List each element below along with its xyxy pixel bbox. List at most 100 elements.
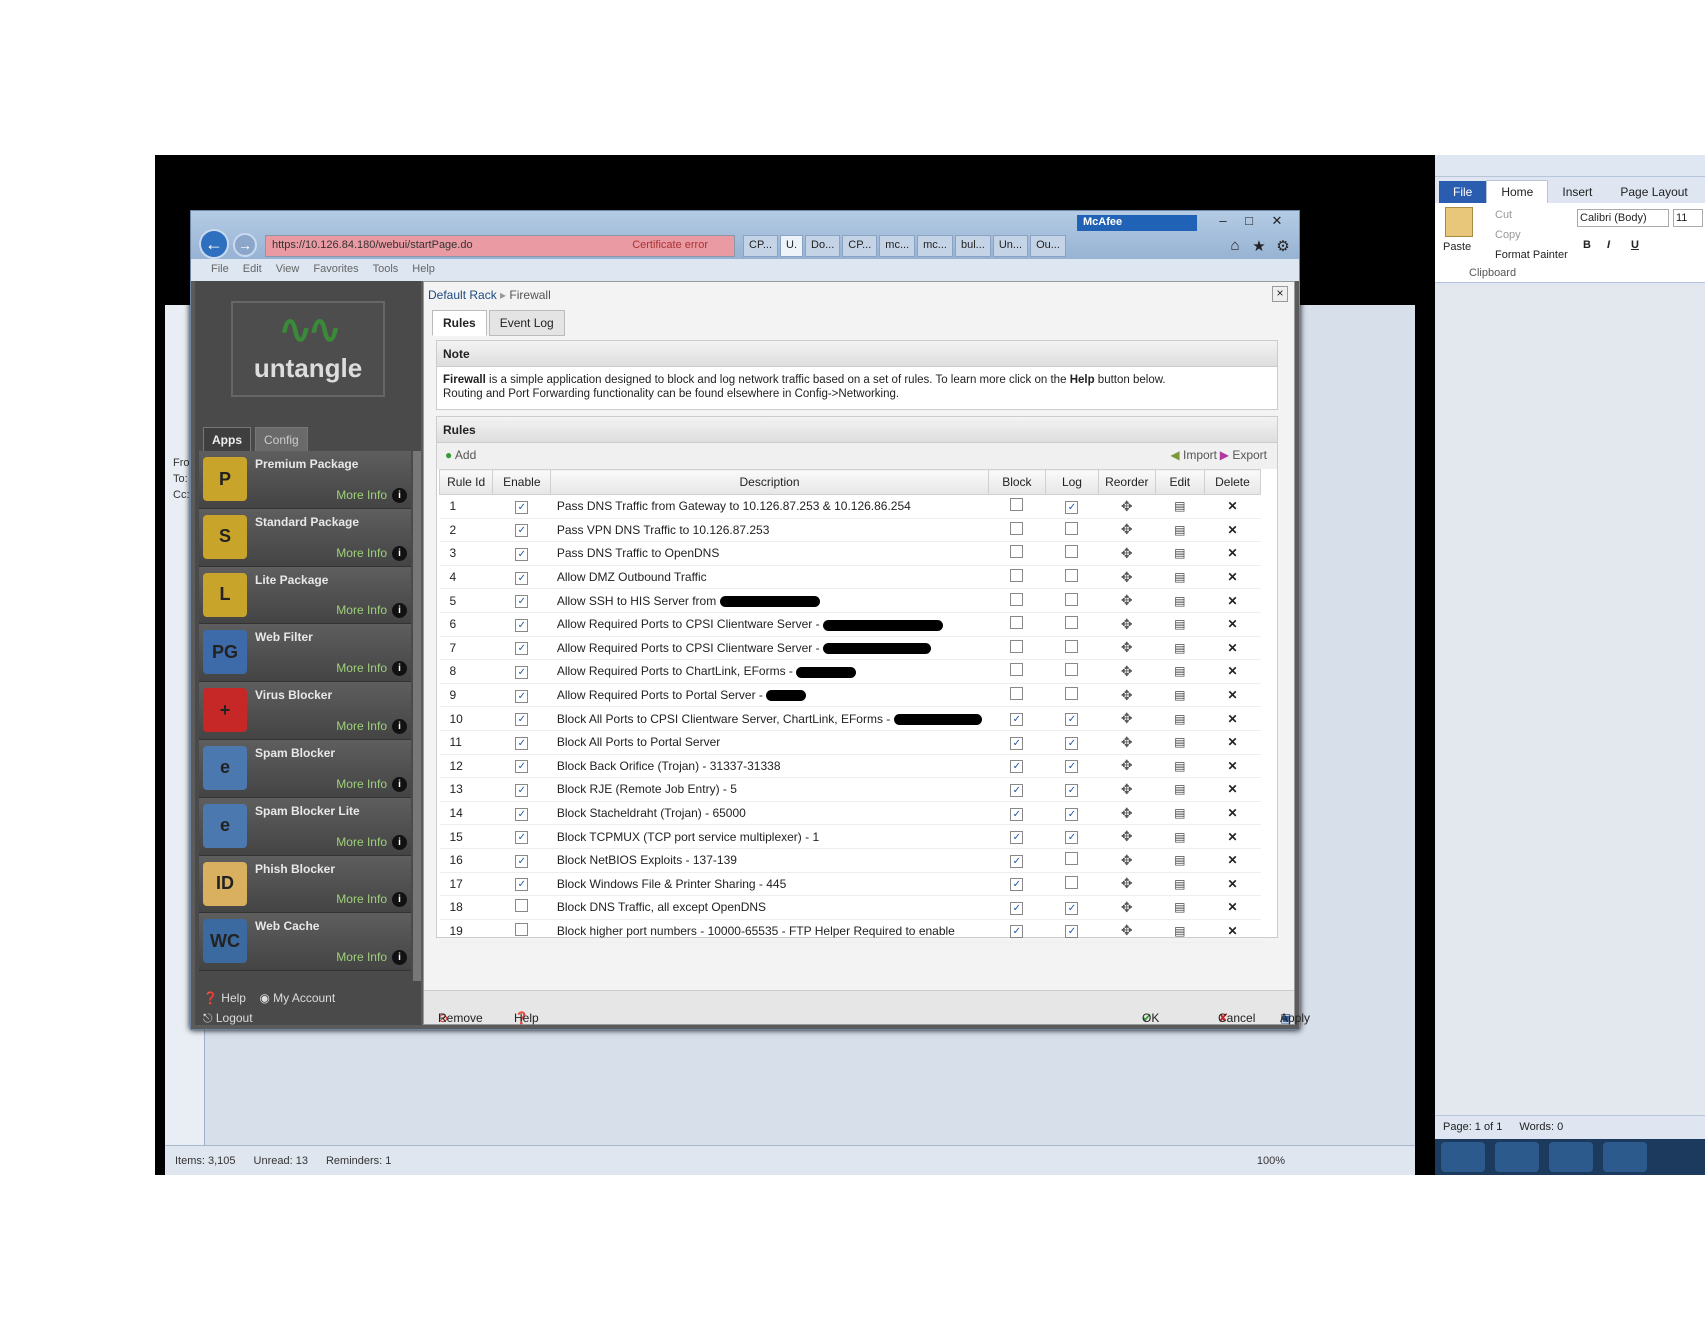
reorder-handle-icon[interactable]: ✥ bbox=[1098, 754, 1156, 779]
menu-view[interactable]: View bbox=[276, 263, 300, 277]
col-rule-id[interactable]: Rule Id bbox=[438, 469, 494, 495]
block-checkbox[interactable] bbox=[1010, 663, 1024, 677]
mcafee-toolbar[interactable]: McAfee bbox=[1077, 215, 1197, 231]
enable-checkbox[interactable] bbox=[515, 922, 529, 936]
table-row[interactable]: 2 ✓ Pass VPN DNS Traffic to 10.126.87.253 ✥… bbox=[439, 518, 1261, 543]
logout-link[interactable]: Logout bbox=[216, 1011, 253, 1025]
block-checkbox[interactable] bbox=[1010, 569, 1024, 583]
table-row[interactable]: 12 ✓ Block Back Orifice (Trojan) - 31337-3… bbox=[439, 754, 1261, 779]
log-checkbox[interactable]: ✓ bbox=[1065, 500, 1079, 514]
log-checkbox[interactable] bbox=[1065, 663, 1079, 677]
browser-tab-active[interactable]: U. bbox=[780, 235, 804, 257]
table-row[interactable]: 16 ✓ Block NetBIOS Exploits - 137-139 ✓ ✥ ▤ ✕ bbox=[439, 848, 1261, 873]
edit-icon[interactable]: ▤ bbox=[1155, 612, 1205, 637]
paste-button[interactable]: Paste bbox=[1443, 241, 1471, 253]
table-row[interactable]: 8 ✓ Allow Required Ports to ChartLink, EFo… bbox=[439, 659, 1261, 684]
add-button[interactable]: ● Add bbox=[445, 448, 476, 462]
browser-tab[interactable]: mc... bbox=[879, 235, 916, 257]
reorder-handle-icon[interactable]: ✥ bbox=[1098, 541, 1156, 566]
edit-icon[interactable]: ▤ bbox=[1155, 494, 1205, 519]
log-checkbox[interactable]: ✓ bbox=[1065, 807, 1079, 821]
info-icon[interactable]: i bbox=[392, 834, 407, 850]
delete-icon[interactable]: ✕ bbox=[1204, 636, 1261, 661]
certificate-error[interactable]: Certificate error bbox=[632, 239, 708, 251]
favorites-star-icon[interactable]: ★ bbox=[1247, 237, 1271, 255]
block-checkbox[interactable] bbox=[1010, 639, 1024, 653]
edit-icon[interactable]: ▤ bbox=[1155, 872, 1205, 897]
edit-icon[interactable]: ▤ bbox=[1155, 541, 1205, 566]
explorer-taskbar-icon[interactable] bbox=[1549, 1142, 1593, 1172]
breadcrumb-root[interactable]: Default Rack bbox=[428, 288, 497, 302]
block-checkbox[interactable] bbox=[1010, 545, 1024, 559]
delete-icon[interactable]: ✕ bbox=[1204, 754, 1261, 779]
media-taskbar-icon[interactable] bbox=[1603, 1142, 1647, 1172]
enable-checkbox[interactable]: ✓ bbox=[515, 831, 529, 845]
tab-apps[interactable]: Apps bbox=[203, 427, 251, 453]
table-row[interactable]: 7 ✓ Allow Required Ports to CPSI Clientwar… bbox=[439, 636, 1261, 661]
document-area[interactable] bbox=[1435, 285, 1705, 1115]
reorder-handle-icon[interactable]: ✥ bbox=[1098, 730, 1156, 755]
minimize-icon[interactable]: – bbox=[1211, 213, 1235, 228]
info-icon[interactable]: i bbox=[392, 487, 407, 503]
more-info-link[interactable]: More Info bbox=[336, 892, 387, 906]
delete-icon[interactable]: ✕ bbox=[1204, 565, 1261, 590]
delete-icon[interactable]: ✕ bbox=[1204, 872, 1261, 897]
ie-taskbar-icon[interactable] bbox=[1495, 1142, 1539, 1172]
edit-icon[interactable]: ▤ bbox=[1155, 824, 1205, 849]
enable-checkbox[interactable]: ✓ bbox=[515, 807, 529, 821]
log-checkbox[interactable]: ✓ bbox=[1065, 901, 1079, 915]
app-item[interactable]: e Spam Blocker Lite More Info i bbox=[199, 797, 411, 856]
enable-checkbox[interactable]: ✓ bbox=[515, 642, 529, 656]
delete-icon[interactable]: ✕ bbox=[1204, 848, 1261, 873]
reorder-handle-icon[interactable]: ✥ bbox=[1098, 919, 1156, 944]
reorder-handle-icon[interactable]: ✥ bbox=[1098, 588, 1156, 613]
log-checkbox[interactable]: ✓ bbox=[1065, 783, 1079, 797]
enable-checkbox[interactable]: ✓ bbox=[515, 500, 529, 514]
more-info-link[interactable]: More Info bbox=[336, 835, 387, 849]
words-status[interactable]: Words: 0 bbox=[1519, 1121, 1563, 1133]
menu-tools[interactable]: Tools bbox=[373, 263, 399, 277]
delete-icon[interactable]: ✕ bbox=[1204, 777, 1261, 802]
block-checkbox[interactable]: ✓ bbox=[1010, 901, 1024, 915]
enable-checkbox[interactable]: ✓ bbox=[515, 595, 529, 609]
block-checkbox[interactable]: ✓ bbox=[1010, 854, 1024, 868]
reorder-handle-icon[interactable]: ✥ bbox=[1098, 801, 1156, 826]
menu-favorites[interactable]: Favorites bbox=[313, 263, 358, 277]
reminders-count[interactable]: Reminders: 1 bbox=[326, 1155, 391, 1167]
browser-tab[interactable]: Ou... bbox=[1030, 235, 1066, 257]
block-checkbox[interactable]: ✓ bbox=[1010, 878, 1024, 892]
info-icon[interactable]: i bbox=[392, 661, 407, 677]
delete-icon[interactable]: ✕ bbox=[1204, 494, 1261, 519]
browser-tab[interactable]: mc... bbox=[917, 235, 953, 257]
enable-checkbox[interactable]: ✓ bbox=[515, 713, 529, 727]
copy-button[interactable]: Copy bbox=[1495, 229, 1521, 241]
col-enable[interactable]: Enable bbox=[492, 469, 552, 495]
info-icon[interactable]: i bbox=[392, 892, 407, 908]
log-checkbox[interactable]: ✓ bbox=[1065, 713, 1079, 727]
log-checkbox[interactable] bbox=[1065, 592, 1079, 606]
font-size-select[interactable]: 11 bbox=[1673, 209, 1703, 227]
reorder-handle-icon[interactable]: ✥ bbox=[1098, 612, 1156, 637]
log-checkbox[interactable] bbox=[1065, 639, 1079, 653]
table-row[interactable]: 6 ✓ Allow Required Ports to CPSI Clientwar… bbox=[439, 612, 1261, 637]
block-checkbox[interactable] bbox=[1010, 521, 1024, 535]
app-item[interactable]: + Virus Blocker More Info i bbox=[199, 682, 411, 740]
close-window-icon[interactable]: ✕ bbox=[1265, 213, 1289, 229]
edit-icon[interactable]: ▤ bbox=[1155, 636, 1205, 661]
format-painter-button[interactable]: Format Painter bbox=[1495, 249, 1568, 261]
log-checkbox[interactable]: ✓ bbox=[1065, 736, 1079, 750]
close-panel-icon[interactable]: × bbox=[1272, 286, 1288, 302]
table-row[interactable]: 19 Block higher port numbers - 10000-6553… bbox=[439, 919, 1261, 944]
reorder-handle-icon[interactable]: ✥ bbox=[1098, 518, 1156, 543]
delete-icon[interactable]: ✕ bbox=[1204, 683, 1261, 708]
home-icon[interactable]: ⌂ bbox=[1223, 237, 1247, 254]
table-row[interactable]: 1 ✓ Pass DNS Traffic from Gateway to 10.12… bbox=[439, 494, 1261, 519]
table-row[interactable]: 5 ✓ Allow SSH to HIS Server from ✥ ▤ ✕ bbox=[439, 588, 1261, 613]
col-log[interactable]: Log bbox=[1045, 469, 1099, 495]
italic-button[interactable]: I bbox=[1607, 239, 1610, 251]
edit-icon[interactable]: ▤ bbox=[1155, 683, 1205, 708]
log-checkbox[interactable] bbox=[1065, 875, 1079, 889]
log-checkbox[interactable] bbox=[1065, 545, 1079, 559]
tab-file[interactable]: File bbox=[1439, 181, 1487, 203]
info-icon[interactable]: i bbox=[392, 545, 407, 561]
